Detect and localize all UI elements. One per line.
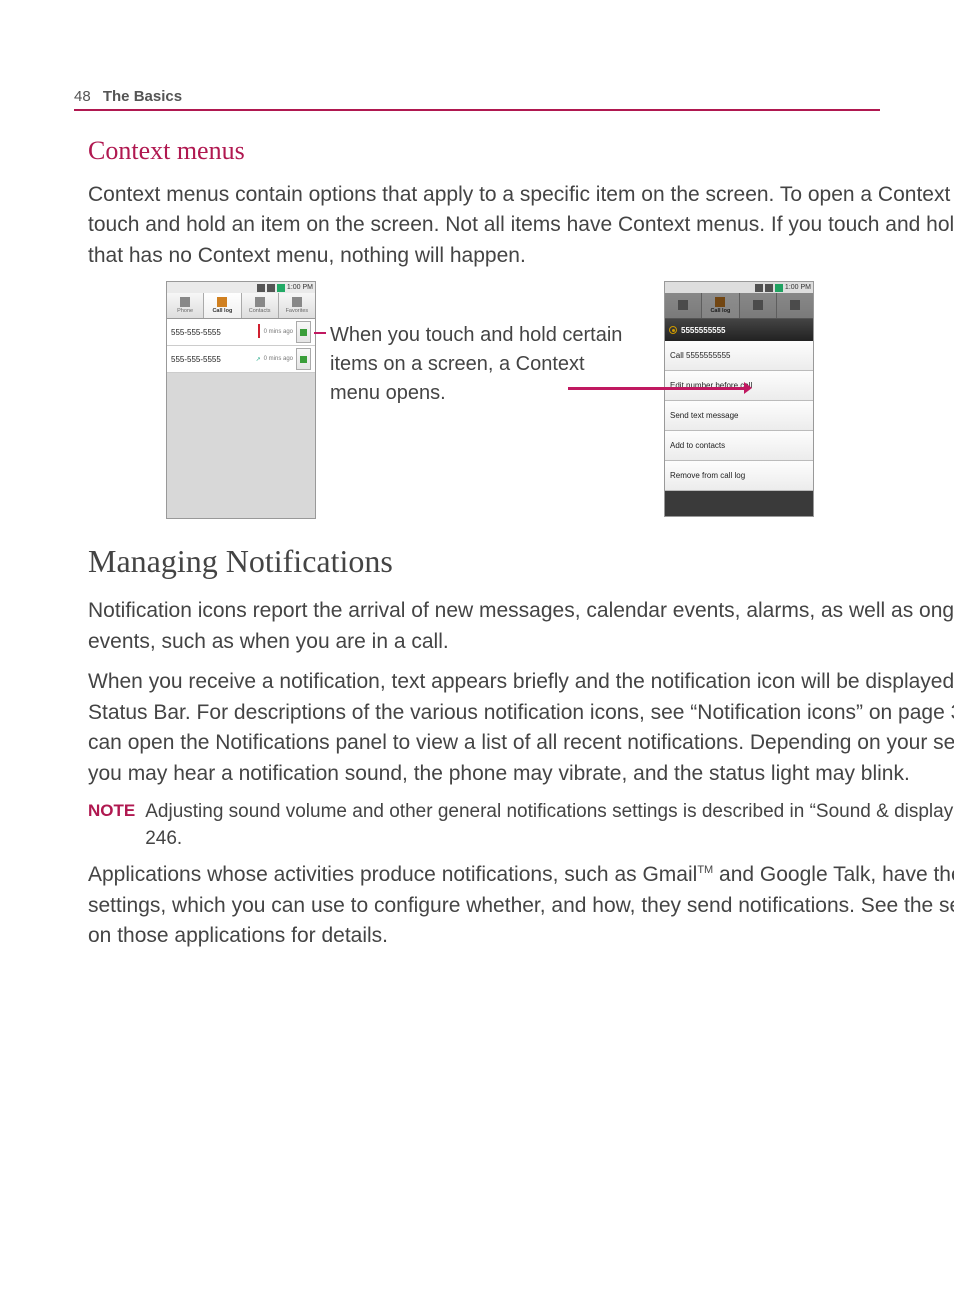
note-block: NOTE Adjusting sound volume and other ge… — [88, 799, 954, 852]
tab-call-log[interactable]: Call log — [204, 293, 241, 318]
status-bar: 1:00 PM — [167, 282, 315, 293]
para-context-menus: Context menus contain options that apply… — [88, 180, 954, 271]
call-button[interactable] — [296, 321, 311, 343]
status-icon — [755, 284, 763, 292]
contacts-icon — [753, 300, 763, 310]
empty-area — [167, 373, 315, 518]
star-icon — [292, 297, 302, 307]
status-time: 1:00 PM — [785, 284, 811, 291]
section-name: The Basics — [103, 88, 182, 105]
tab-favorites[interactable]: Favorites — [279, 293, 315, 318]
context-menu-title: 5555555555 — [665, 319, 813, 341]
call-log-icon — [715, 297, 725, 307]
phone-icon — [180, 297, 190, 307]
outgoing-icon: ↗ — [256, 356, 261, 363]
tab-phone[interactable]: Phone — [167, 293, 204, 318]
call-button[interactable] — [296, 348, 311, 370]
target-icon — [669, 326, 677, 334]
subheading-context-menus: Context menus — [88, 136, 954, 166]
para-notif-1: Notification icons report the arrival of… — [88, 596, 954, 657]
ctx-item-send-text[interactable]: Send text message — [665, 401, 813, 431]
phone-mock-context-menu: 1:00 PM Call log 5555555555 Call 5555555… — [664, 281, 814, 517]
callout-arrow-icon — [744, 382, 752, 394]
call-log-row[interactable]: 555-555-5555 ↗ 0 mins ago — [167, 346, 315, 373]
page-header: 48 The Basics — [74, 88, 880, 111]
dim-area — [665, 491, 813, 516]
page-number: 48 — [74, 88, 91, 105]
trademark-sup: TM — [697, 864, 713, 876]
tab-call-log: Call log — [702, 293, 739, 318]
status-icon — [765, 284, 773, 292]
status-icon — [257, 284, 265, 292]
tab-phone — [665, 293, 702, 318]
row-number: 555-555-5555 — [171, 328, 255, 337]
context-menu-number: 5555555555 — [681, 326, 726, 335]
para3-a: Applications whose activities produce no… — [88, 863, 697, 886]
ctx-item-call[interactable]: Call 5555555555 — [665, 341, 813, 371]
missed-indicator-icon — [258, 324, 260, 338]
battery-icon — [775, 284, 783, 292]
tab-favorites — [777, 293, 813, 318]
call-log-icon — [217, 297, 227, 307]
para-notif-2: When you receive a notification, text ap… — [88, 667, 954, 789]
star-icon — [790, 300, 800, 310]
tabs-dimmed: Call log — [665, 293, 813, 319]
row-time: 0 mins ago — [264, 329, 293, 335]
status-bar: 1:00 PM — [665, 282, 813, 293]
heading-managing-notifications: Managing Notifications — [88, 543, 954, 580]
figure-caption: When you touch and hold certain items on… — [330, 321, 630, 408]
battery-icon — [277, 284, 285, 292]
figure-context-menu: 1:00 PM Phone Call log Contacts Favorite… — [166, 281, 954, 519]
ctx-item-remove[interactable]: Remove from call log — [665, 461, 813, 491]
note-label: NOTE — [88, 799, 135, 852]
para-notif-3: Applications whose activities produce no… — [88, 860, 954, 951]
callout-line — [568, 387, 746, 390]
tab-contacts — [740, 293, 777, 318]
tabs: Phone Call log Contacts Favorites — [167, 293, 315, 319]
phone-mock-call-log: 1:00 PM Phone Call log Contacts Favorite… — [166, 281, 316, 519]
ctx-item-add-contact[interactable]: Add to contacts — [665, 431, 813, 461]
phone-icon — [678, 300, 688, 310]
contacts-icon — [255, 297, 265, 307]
tab-contacts[interactable]: Contacts — [242, 293, 279, 318]
row-number: 555-555-5555 — [171, 355, 253, 364]
note-text: Adjusting sound volume and other general… — [145, 799, 954, 852]
row-time: 0 mins ago — [264, 356, 293, 362]
call-log-row[interactable]: 555-555-5555 0 mins ago — [167, 319, 315, 346]
phone-icon — [300, 356, 307, 363]
status-time: 1:00 PM — [287, 284, 313, 291]
phone-icon — [300, 329, 307, 336]
status-icon — [267, 284, 275, 292]
